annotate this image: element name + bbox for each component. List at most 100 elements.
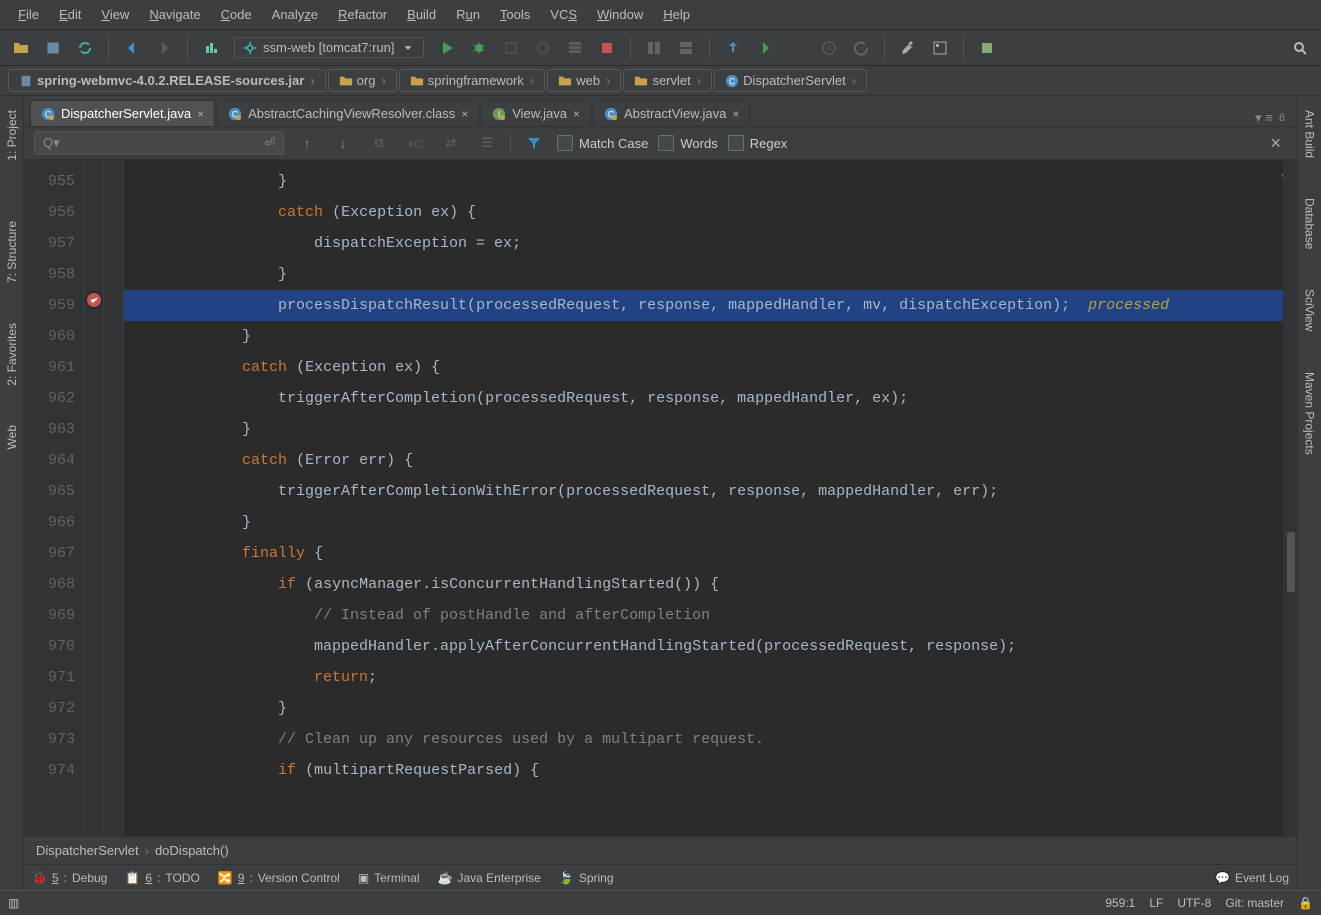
- breadcrumb-org[interactable]: org›: [328, 69, 397, 92]
- code-line-959[interactable]: processDispatchResult(processedRequest, …: [124, 290, 1297, 321]
- menu-tools[interactable]: Tools: [490, 3, 540, 26]
- vcs-diff-icon[interactable]: [784, 35, 810, 61]
- vcs-revert-icon[interactable]: [848, 35, 874, 61]
- breadcrumb-servlet[interactable]: servlet›: [623, 69, 712, 92]
- toolwin-project[interactable]: 1: Project: [3, 100, 21, 171]
- vcs-update-icon[interactable]: [720, 35, 746, 61]
- add-selection-icon[interactable]: +□: [402, 130, 428, 156]
- toolwin-database[interactable]: Database: [1301, 188, 1319, 259]
- close-find-icon[interactable]: ×: [1264, 133, 1287, 154]
- menu-file[interactable]: File: [8, 3, 49, 26]
- back-icon[interactable]: [119, 35, 145, 61]
- regex-checkbox[interactable]: Regex: [728, 135, 788, 151]
- code-line-963[interactable]: }: [124, 414, 1297, 445]
- stop-icon[interactable]: [594, 35, 620, 61]
- code-line-972[interactable]: }: [124, 693, 1297, 724]
- code-line-966[interactable]: }: [124, 507, 1297, 538]
- close-tab-icon[interactable]: ×: [461, 107, 468, 121]
- toggle-icon[interactable]: ⇄: [438, 130, 464, 156]
- toolwin-version-control[interactable]: 🔀 9: Version Control: [218, 871, 340, 885]
- code-line-956[interactable]: catch (Exception ex) {: [124, 197, 1297, 228]
- select-all-icon[interactable]: ⧉: [366, 130, 392, 156]
- code-line-967[interactable]: finally {: [124, 538, 1297, 569]
- code-line-971[interactable]: return;: [124, 662, 1297, 693]
- code-line-964[interactable]: catch (Error err) {: [124, 445, 1297, 476]
- menu-help[interactable]: Help: [653, 3, 700, 26]
- toolwin-spring[interactable]: 🍃 Spring: [559, 871, 614, 885]
- code-line-955[interactable]: }: [124, 166, 1297, 197]
- code-line-970[interactable]: mappedHandler.applyAfterConcurrentHandli…: [124, 631, 1297, 662]
- menu-run[interactable]: Run: [446, 3, 490, 26]
- vcs-history-icon[interactable]: [816, 35, 842, 61]
- menu-refactor[interactable]: Refactor: [328, 3, 397, 26]
- crumb-method[interactable]: doDispatch(): [155, 843, 229, 858]
- sdk-icon[interactable]: [974, 35, 1000, 61]
- layout1-icon[interactable]: [641, 35, 667, 61]
- toolwin-debug[interactable]: 🐞 5: Debug: [32, 871, 107, 885]
- menu-navigate[interactable]: Navigate: [139, 3, 210, 26]
- code-editor[interactable]: 9559569579589599609619629639649659669679…: [24, 160, 1297, 836]
- code-line-968[interactable]: if (asyncManager.isConcurrentHandlingSta…: [124, 569, 1297, 600]
- git-branch[interactable]: Git: master: [1225, 896, 1284, 910]
- menu-analyze[interactable]: Analyze: [262, 3, 328, 26]
- tab-dispatcherservlet-java[interactable]: CDispatcherServlet.java×: [30, 100, 215, 126]
- breakpoint-icon[interactable]: [85, 291, 103, 309]
- code-line-965[interactable]: triggerAfterCompletionWithError(processe…: [124, 476, 1297, 507]
- menu-view[interactable]: View: [91, 3, 139, 26]
- tab-abstractview-java[interactable]: CAbstractView.java×: [593, 100, 750, 126]
- toolwin-structure[interactable]: 7: Structure: [3, 211, 21, 293]
- coverage-icon[interactable]: [498, 35, 524, 61]
- tab-view-java[interactable]: IView.java×: [481, 100, 591, 126]
- layout2-icon[interactable]: [673, 35, 699, 61]
- sync-icon[interactable]: [72, 35, 98, 61]
- menu-code[interactable]: Code: [211, 3, 262, 26]
- error-stripe[interactable]: [1283, 160, 1297, 836]
- toolwin-maven[interactable]: Maven Projects: [1301, 362, 1319, 465]
- toolwin-todo[interactable]: 📋 6: TODO: [125, 871, 199, 885]
- code-line-962[interactable]: triggerAfterCompletion(processedRequest,…: [124, 383, 1297, 414]
- breadcrumb-springframework[interactable]: springframework›: [399, 69, 545, 92]
- code-line-961[interactable]: catch (Exception ex) {: [124, 352, 1297, 383]
- close-tab-icon[interactable]: ×: [573, 107, 580, 121]
- code-line-969[interactable]: // Instead of postHandle and afterComple…: [124, 600, 1297, 631]
- menu-vcs[interactable]: VCS: [540, 3, 587, 26]
- breadcrumb-spring-webmvc-4-0-2-release-sources-jar[interactable]: spring-webmvc-4.0.2.RELEASE-sources.jar›: [8, 69, 326, 92]
- run-config-selector[interactable]: ssm-web [tomcat7:run]: [234, 37, 424, 58]
- filter-icon[interactable]: [521, 130, 547, 156]
- toolwin-javaee[interactable]: ☕ Java Enterprise: [438, 871, 541, 885]
- run-icon[interactable]: [434, 35, 460, 61]
- prev-match-icon[interactable]: ↑: [294, 130, 320, 156]
- code-line-960[interactable]: }: [124, 321, 1297, 352]
- code-content[interactable]: ✔ } catch (Exception ex) { dispatchExcep…: [124, 160, 1297, 836]
- toolwin-sciview[interactable]: SciView: [1301, 279, 1319, 341]
- file-encoding[interactable]: UTF-8: [1177, 896, 1211, 910]
- tool-window-quick-access-icon[interactable]: ▥: [8, 896, 19, 910]
- lock-icon[interactable]: 🔒: [1298, 896, 1313, 910]
- more-icon[interactable]: ☰: [474, 130, 500, 156]
- make-icon[interactable]: [198, 35, 224, 61]
- find-input[interactable]: [66, 136, 258, 151]
- tabs-options[interactable]: ▾ ≡ 6: [1249, 110, 1291, 126]
- menu-window[interactable]: Window: [587, 3, 653, 26]
- forward-icon[interactable]: [151, 35, 177, 61]
- menu-edit[interactable]: Edit: [49, 3, 91, 26]
- crumb-class[interactable]: DispatcherServlet: [36, 843, 139, 858]
- code-line-958[interactable]: }: [124, 259, 1297, 290]
- breadcrumb-web[interactable]: web›: [547, 69, 621, 92]
- line-separator[interactable]: LF: [1149, 896, 1163, 910]
- search-everywhere-icon[interactable]: [1287, 35, 1313, 61]
- toolwin-terminal[interactable]: ▣ Terminal: [358, 871, 420, 885]
- close-tab-icon[interactable]: ×: [197, 107, 204, 121]
- toolwin-ant[interactable]: Ant Build: [1301, 100, 1319, 168]
- caret-position[interactable]: 959:1: [1105, 896, 1135, 910]
- tab-abstractcachingviewresolver-class[interactable]: CAbstractCachingViewResolver.class×: [217, 100, 479, 126]
- vcs-commit-icon[interactable]: [752, 35, 778, 61]
- toolwin-favorites[interactable]: 2: Favorites: [3, 313, 21, 396]
- words-checkbox[interactable]: Words: [658, 135, 717, 151]
- project-structure-icon[interactable]: [927, 35, 953, 61]
- close-tab-icon[interactable]: ×: [732, 107, 739, 121]
- breadcrumb-dispatcherservlet[interactable]: CDispatcherServlet›: [714, 69, 867, 92]
- next-match-icon[interactable]: ↓: [330, 130, 356, 156]
- match-case-checkbox[interactable]: Match Case: [557, 135, 648, 151]
- open-icon[interactable]: [8, 35, 34, 61]
